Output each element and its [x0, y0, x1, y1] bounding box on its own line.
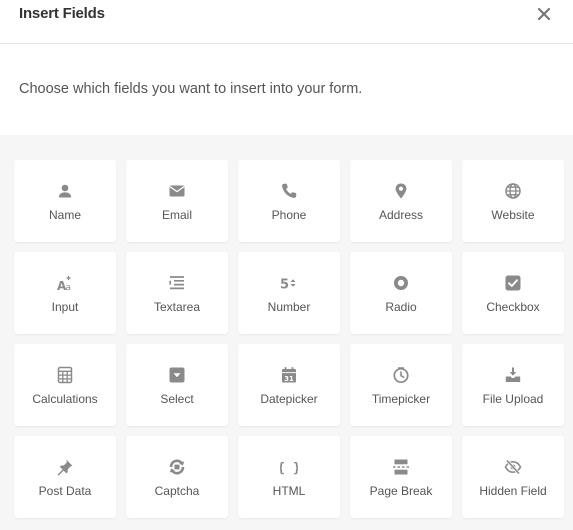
- field-tile-phone[interactable]: Phone: [238, 160, 340, 242]
- field-label: Page Break: [369, 484, 433, 498]
- field-label: Hidden Field: [479, 484, 547, 498]
- field-label: File Upload: [482, 392, 544, 406]
- captcha-icon: [168, 458, 186, 476]
- field-tile-textarea[interactable]: Textarea: [126, 252, 228, 334]
- field-tile-post-data[interactable]: Post Data: [14, 436, 116, 518]
- radio-icon: [392, 274, 410, 292]
- svg-text:a: a: [66, 283, 72, 292]
- field-label: Phone: [271, 208, 307, 222]
- field-label: Email: [161, 208, 192, 222]
- envelope-icon: [168, 182, 186, 200]
- field-label: Checkbox: [486, 300, 540, 314]
- field-tile-name[interactable]: Name: [14, 160, 116, 242]
- phone-icon: [280, 182, 298, 200]
- field-tile-captcha[interactable]: Captcha: [126, 436, 228, 518]
- field-tile-page-break[interactable]: Page Break: [350, 436, 452, 518]
- field-label: Calculations: [32, 392, 98, 406]
- modal-description: Choose which fields you want to insert i…: [19, 81, 363, 97]
- close-icon[interactable]: [535, 5, 553, 23]
- svg-text:{ }: { }: [280, 461, 298, 476]
- field-tile-calculations[interactable]: Calculations: [14, 344, 116, 426]
- field-label: Number: [267, 300, 311, 314]
- field-tile-address[interactable]: Address: [350, 160, 452, 242]
- field-label: Website: [491, 208, 535, 222]
- field-label: Captcha: [154, 484, 200, 498]
- field-label: Post Data: [38, 484, 92, 498]
- field-tile-checkbox[interactable]: Checkbox: [462, 252, 564, 334]
- field-label: Address: [378, 208, 424, 222]
- modal-title: Insert Fields: [19, 5, 105, 22]
- svg-text:5: 5: [280, 278, 289, 293]
- field-tile-email[interactable]: Email: [126, 160, 228, 242]
- insert-fields-modal: Insert Fields Choose which fields you wa…: [0, 0, 573, 530]
- field-label: Textarea: [153, 300, 201, 314]
- user-icon: [56, 182, 74, 200]
- checkbox-icon: [504, 274, 522, 292]
- modal-intro: Choose which fields you want to insert i…: [0, 45, 573, 135]
- field-tile-datepicker[interactable]: 31 Datepicker: [238, 344, 340, 426]
- field-tile-number[interactable]: 5 Number: [238, 252, 340, 334]
- field-tile-radio[interactable]: Radio: [350, 252, 452, 334]
- field-label: Radio: [385, 300, 417, 314]
- field-tile-html[interactable]: { } HTML: [238, 436, 340, 518]
- modal-header: Insert Fields: [0, 0, 573, 44]
- map-pin-icon: [392, 182, 410, 200]
- field-tile-hidden-field[interactable]: Hidden Field: [462, 436, 564, 518]
- page-break-icon: [392, 458, 410, 476]
- field-label: Input: [51, 300, 79, 314]
- calendar-icon: 31: [280, 366, 298, 384]
- eye-slash-icon: [504, 458, 522, 476]
- upload-icon: [504, 366, 522, 384]
- fields-panel: Name Email Phone Address Website Aa Input Texta…: [0, 135, 573, 530]
- number-icon: 5: [280, 274, 298, 292]
- field-label: Datepicker: [260, 392, 318, 406]
- field-tile-select[interactable]: Select: [126, 344, 228, 426]
- select-icon: [168, 366, 186, 384]
- field-tile-input[interactable]: Aa Input: [14, 252, 116, 334]
- field-label: Timepicker: [371, 392, 431, 406]
- globe-icon: [504, 182, 522, 200]
- calculator-icon: [56, 366, 74, 384]
- field-tile-website[interactable]: Website: [462, 160, 564, 242]
- pin-icon: [56, 458, 74, 476]
- clock-icon: [392, 366, 410, 384]
- fields-grid: Name Email Phone Address Website Aa Input Texta…: [14, 160, 564, 518]
- field-tile-timepicker[interactable]: Timepicker: [350, 344, 452, 426]
- text-input-icon: Aa: [56, 274, 74, 292]
- field-tile-file-upload[interactable]: File Upload: [462, 344, 564, 426]
- field-label: HTML: [272, 484, 306, 498]
- code-icon: { }: [280, 458, 298, 476]
- field-label: Select: [160, 392, 194, 406]
- field-label: Name: [48, 208, 81, 222]
- svg-text:31: 31: [284, 375, 294, 383]
- textarea-icon: [168, 274, 186, 292]
